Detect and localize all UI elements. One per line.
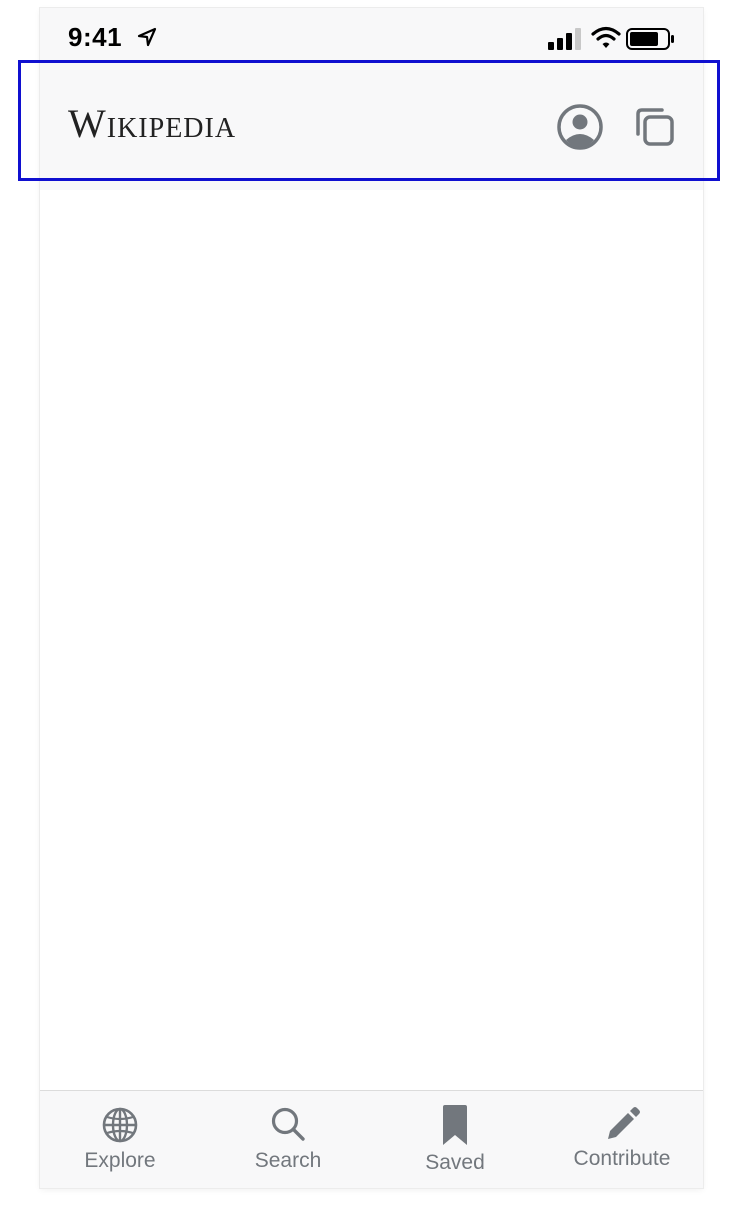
phone-screen: 9:41 Wikipedia Explore Search Saved Cont… [40, 8, 703, 1188]
account-circle-icon[interactable] [555, 102, 605, 152]
tab-search[interactable]: Search [208, 1091, 368, 1188]
tab-bar: Explore Search Saved Contribute [40, 1090, 703, 1188]
content-area [40, 190, 703, 1090]
wikipedia-wordmark: Wikipedia [68, 101, 237, 146]
status-time: 9:41 [68, 22, 123, 52]
app-header: Wikipedia [40, 62, 703, 190]
location-arrow-icon [137, 27, 157, 47]
tabs-icon[interactable] [632, 104, 678, 150]
search-icon [271, 1107, 305, 1141]
tab-contribute[interactable]: Contribute [542, 1091, 702, 1188]
status-bar: 9:41 [40, 8, 703, 62]
tab-explore[interactable]: Explore [40, 1091, 200, 1188]
pencil-icon [608, 1107, 640, 1139]
tab-label-contribute: Contribute [573, 1147, 671, 1170]
tab-label-search: Search [254, 1149, 322, 1172]
battery-icon [626, 28, 674, 50]
cellular-signal-icon [548, 28, 581, 50]
tab-label-saved: Saved [425, 1151, 485, 1174]
globe-icon [102, 1107, 138, 1143]
tab-saved[interactable]: Saved [375, 1091, 535, 1188]
tab-label-explore: Explore [84, 1149, 156, 1172]
wifi-icon [591, 26, 621, 48]
bookmark-icon [443, 1105, 467, 1145]
